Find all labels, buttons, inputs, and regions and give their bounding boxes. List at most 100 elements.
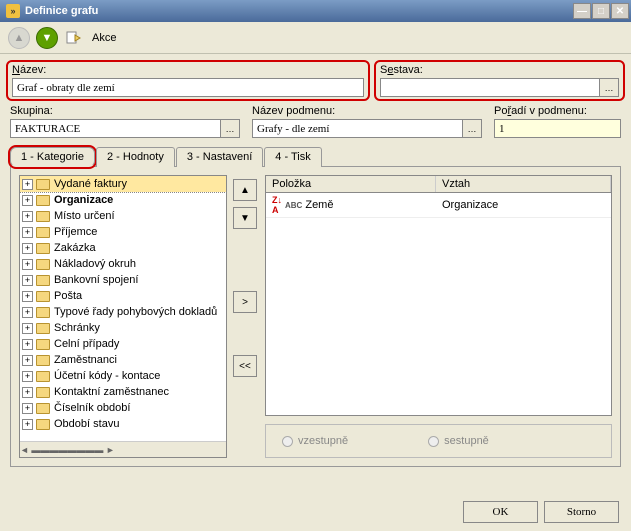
folder-icon <box>36 259 50 270</box>
poradi-label: Pořadí v podmenu:Pořadí v podmenu: <box>494 105 621 117</box>
minimize-button[interactable]: — <box>573 3 591 19</box>
category-grid[interactable]: Položka Vztah Z↓A ABC Země Organizace <box>265 175 612 416</box>
podmenu-input[interactable] <box>252 119 463 138</box>
expand-icon[interactable]: + <box>22 195 33 206</box>
expand-icon[interactable]: + <box>22 419 33 430</box>
folder-icon <box>36 387 50 398</box>
actions-label[interactable]: Akce <box>92 32 116 44</box>
tree-item-label: Období stavu <box>54 418 119 430</box>
expand-icon[interactable]: + <box>22 339 33 350</box>
folder-icon <box>36 323 50 334</box>
app-icon: » <box>6 4 20 18</box>
tree-item[interactable]: + Typové řady pohybových dokladů <box>20 304 226 320</box>
grid-header-polozka[interactable]: Položka <box>266 176 436 192</box>
grid-row[interactable]: Z↓A ABC Země Organizace <box>266 193 611 218</box>
add-button[interactable]: > <box>233 291 257 313</box>
tree-item[interactable]: + Číselník období <box>20 400 226 416</box>
tree-item[interactable]: + Nákladový okruh <box>20 256 226 272</box>
tree-item-label: Příjemce <box>54 226 97 238</box>
abc-icon: ABC <box>285 201 302 210</box>
tree-scrollbar[interactable]: ◄ ▬▬▬▬▬▬▬▬ ► <box>20 441 226 457</box>
tree-item[interactable]: + Schránky <box>20 320 226 336</box>
tree-item-label: Celní případy <box>54 338 119 350</box>
folder-icon <box>36 403 50 414</box>
nazev-input[interactable] <box>12 78 364 97</box>
expand-icon[interactable]: + <box>22 243 33 254</box>
tab-nastaveni[interactable]: 3 - Nastavení <box>176 147 263 167</box>
radio-descending: sestupně <box>428 435 489 447</box>
maximize-button[interactable]: □ <box>592 3 610 19</box>
ok-button[interactable]: OK <box>463 501 538 523</box>
expand-icon[interactable]: + <box>22 307 33 318</box>
sestava-label: Sestava:Sestava: <box>380 64 619 76</box>
tree-item[interactable]: + Příjemce <box>20 224 226 240</box>
skupina-lookup-button[interactable]: … <box>221 119 240 138</box>
tabs: 1 - Kategorie 2 - Hodnoty 3 - Nastavení … <box>10 146 621 167</box>
folder-icon <box>36 371 50 382</box>
expand-icon[interactable]: + <box>22 355 33 366</box>
expand-icon[interactable]: + <box>22 259 33 270</box>
storno-button[interactable]: Storno <box>544 501 619 523</box>
folder-icon <box>36 227 50 238</box>
podmenu-label: Název podmenu: <box>252 105 482 117</box>
tree-item[interactable]: +Kontaktní zaměstnanec <box>20 384 226 400</box>
sestava-input[interactable] <box>380 78 600 97</box>
expand-icon[interactable]: + <box>22 211 33 222</box>
expand-icon[interactable]: + <box>22 403 33 414</box>
tree-item-label: Schránky <box>54 322 100 334</box>
tree-item-label: Pošta <box>54 290 82 302</box>
expand-icon[interactable]: + <box>22 371 33 382</box>
grid-header-vztah[interactable]: Vztah <box>436 176 611 192</box>
expand-icon[interactable]: + <box>22 323 33 334</box>
folder-icon <box>36 243 50 254</box>
tree-item[interactable]: + Celní případy <box>20 336 226 352</box>
toolbar: ▲ ▼ Akce <box>0 22 631 54</box>
tree-item[interactable]: + Místo určení <box>20 208 226 224</box>
folder-icon <box>36 419 50 430</box>
poradi-input[interactable] <box>494 119 621 138</box>
tree-item-label: Bankovní spojení <box>54 274 138 286</box>
actions-icon[interactable] <box>64 29 82 47</box>
tree-item-label: Typové řady pohybových dokladů <box>54 306 217 318</box>
tree-item[interactable]: +Účetní kódy - kontace <box>20 368 226 384</box>
expand-icon[interactable]: + <box>22 275 33 286</box>
tree-item-label: Místo určení <box>54 210 115 222</box>
tree-item[interactable]: + Vydané faktury <box>20 176 226 192</box>
sestava-lookup-button[interactable]: … <box>600 78 619 97</box>
grid-cell-polozka: Země <box>305 199 333 211</box>
titlebar: » Definice grafu — □ ✕ <box>0 0 631 22</box>
tab-tisk[interactable]: 4 - Tisk <box>264 147 321 167</box>
expand-icon[interactable]: + <box>22 227 33 238</box>
folder-icon <box>36 275 50 286</box>
tree-item[interactable]: +Zakázka <box>20 240 226 256</box>
tree-item-label: Číselník období <box>54 402 130 414</box>
tab-kategorie[interactable]: 1 - Kategorie <box>10 147 95 167</box>
nazev-label: NNázev:ázev: <box>12 64 364 76</box>
tree-item[interactable]: +Zaměstnanci <box>20 352 226 368</box>
close-button[interactable]: ✕ <box>611 3 629 19</box>
tree-item-label: Vydané faktury <box>54 178 127 190</box>
nav-back-icon[interactable]: ▲ <box>8 27 30 49</box>
move-down-button[interactable]: ▼ <box>233 207 257 229</box>
podmenu-lookup-button[interactable]: … <box>463 119 482 138</box>
tab-hodnoty[interactable]: 2 - Hodnoty <box>96 147 175 167</box>
nav-forward-icon[interactable]: ▼ <box>36 27 58 49</box>
radio-icon <box>282 436 293 447</box>
sort-options: vzestupně sestupně <box>265 424 612 458</box>
tree-item-label: Nákladový okruh <box>54 258 136 270</box>
folder-icon <box>36 211 50 222</box>
folder-icon <box>36 291 50 302</box>
tree-item[interactable]: + Období stavu <box>20 416 226 432</box>
tree-view[interactable]: +Vydané faktury+Organizace+Místo určení+… <box>19 175 227 458</box>
expand-icon[interactable]: + <box>22 291 33 302</box>
radio-icon <box>428 436 439 447</box>
remove-all-button[interactable]: << <box>233 355 257 377</box>
tree-item[interactable]: +Organizace <box>20 192 226 208</box>
move-up-button[interactable]: ▲ <box>233 179 257 201</box>
folder-icon <box>36 339 50 350</box>
expand-icon[interactable]: + <box>22 387 33 398</box>
skupina-input[interactable] <box>10 119 221 138</box>
expand-icon[interactable]: + <box>22 179 33 190</box>
tree-item[interactable]: + Pošta <box>20 288 226 304</box>
tree-item[interactable]: + Bankovní spojení <box>20 272 226 288</box>
